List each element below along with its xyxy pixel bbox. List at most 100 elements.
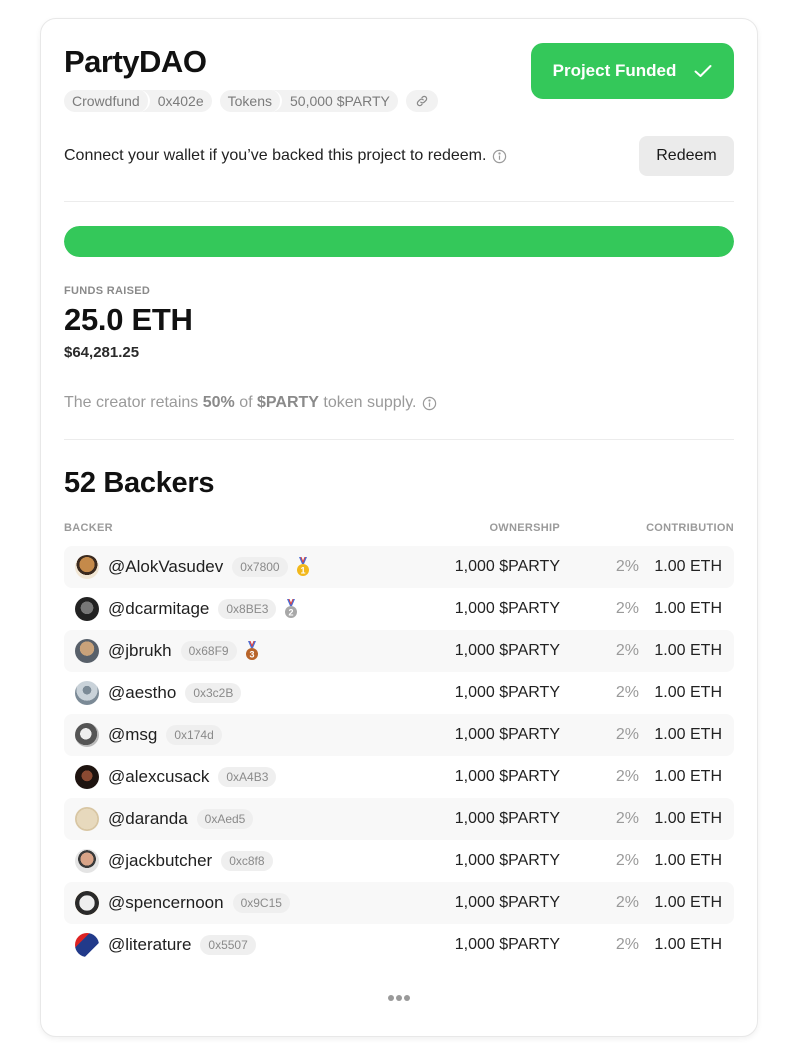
backers-table: @AlokVasudev 0x7800 1 1,000 $PARTY 2% 1.00 ET… xyxy=(64,546,734,966)
column-header-contribution[interactable]: CONTRIBUTION xyxy=(646,522,734,534)
ownership-value: 1,000 $PARTY xyxy=(454,600,560,617)
avatar xyxy=(75,723,99,747)
backer-row[interactable]: @AlokVasudev 0x7800 1 1,000 $PARTY 2% 1.00 ET… xyxy=(64,546,734,588)
checkmark-icon xyxy=(694,65,712,77)
ownership-value: 1,000 $PARTY xyxy=(454,852,560,869)
medal-2-icon: 2 xyxy=(284,598,298,619)
contribution-value: 1.00 ETH xyxy=(654,600,722,617)
chip-value: 50,000 $PARTY xyxy=(290,93,390,109)
funds-raised-eth: 25.0 ETH xyxy=(64,302,193,337)
backer-row[interactable]: @msg 0x174d 1,000 $PARTY 2% 1.00 ETH xyxy=(64,714,734,756)
redeem-button[interactable]: Redeem xyxy=(639,136,734,176)
backers-title: 52 Backers xyxy=(64,467,215,499)
contribution-value: 1.00 ETH xyxy=(654,726,722,743)
avatar xyxy=(75,555,99,579)
medal-3-icon: 3 xyxy=(245,640,259,661)
info-icon[interactable] xyxy=(422,396,437,411)
backer-handle[interactable]: @msg xyxy=(108,725,157,745)
backer-address-badge[interactable]: 0x5507 xyxy=(200,935,256,955)
creator-retains-note: The creator retains 50% of $PARTY token … xyxy=(64,394,437,412)
project-funded-label: Project Funded xyxy=(552,61,677,80)
ownership-value: 1,000 $PARTY xyxy=(454,810,560,827)
backer-address-badge[interactable]: 0x8BE3 xyxy=(218,599,277,619)
column-header-ownership[interactable]: OWNERSHIP xyxy=(489,522,560,534)
chip-label: Crowdfund xyxy=(64,90,150,112)
redeem-text: Connect your wallet if you’ve backed thi… xyxy=(64,147,487,164)
info-icon[interactable] xyxy=(492,149,507,164)
backer-handle[interactable]: @daranda xyxy=(108,809,188,829)
funding-progress-bar xyxy=(64,226,734,257)
ownership-percent: 2% xyxy=(615,936,639,953)
ownership-value: 1,000 $PARTY xyxy=(454,936,560,953)
avatar xyxy=(75,639,99,663)
backer-row[interactable]: @alexcusack 0xA4B3 1,000 $PARTY 2% 1.00 ETH xyxy=(64,756,734,798)
column-header-backer[interactable]: BACKER xyxy=(64,522,113,534)
load-more-button[interactable] xyxy=(41,995,757,1001)
backer-address-badge[interactable]: 0xAed5 xyxy=(196,809,254,829)
svg-text:2: 2 xyxy=(289,608,294,618)
tokens-chip[interactable]: Tokens 50,000 $PARTY xyxy=(219,90,398,112)
retains-text: The creator retains 50% of $PARTY token … xyxy=(64,394,417,411)
backer-handle[interactable]: @aestho xyxy=(108,683,176,703)
ownership-percent: 2% xyxy=(615,768,639,785)
contribution-value: 1.00 ETH xyxy=(654,642,722,659)
backer-handle[interactable]: @dcarmitage xyxy=(108,599,209,619)
ownership-value: 1,000 $PARTY xyxy=(454,894,560,911)
funds-raised-label: FUNDS RAISED xyxy=(64,285,151,297)
funds-raised-usd: $64,281.25 xyxy=(64,344,140,361)
backer-address-badge[interactable]: 0x3c2B xyxy=(185,683,242,703)
contribution-value: 1.00 ETH xyxy=(654,936,722,953)
ownership-value: 1,000 $PARTY xyxy=(454,768,560,785)
redeem-row: Connect your wallet if you’ve backed thi… xyxy=(64,136,734,176)
backer-handle[interactable]: @jackbutcher xyxy=(108,851,212,871)
ownership-percent: 2% xyxy=(615,558,639,575)
ownership-percent: 2% xyxy=(615,684,639,701)
avatar xyxy=(75,807,99,831)
ownership-value: 1,000 $PARTY xyxy=(454,684,560,701)
backer-address-badge[interactable]: 0x7800 xyxy=(232,557,288,577)
backer-address-badge[interactable]: 0x174d xyxy=(166,725,222,745)
ownership-value: 1,000 $PARTY xyxy=(454,726,560,743)
ellipsis-icon xyxy=(388,995,394,1001)
avatar xyxy=(75,597,99,621)
backer-row[interactable]: @dcarmitage 0x8BE3 2 1,000 $PARTY 2% 1.00 ETH xyxy=(64,588,734,630)
backer-row[interactable]: @jbrukh 0x68F9 3 1,000 $PARTY 2% 1.00 ETH xyxy=(64,630,734,672)
contribution-value: 1.00 ETH xyxy=(654,684,722,701)
backer-row[interactable]: @daranda 0xAed5 1,000 $PARTY 2% 1.00 ETH xyxy=(64,798,734,840)
contribution-value: 1.00 ETH xyxy=(654,810,722,827)
avatar xyxy=(75,891,99,915)
avatar xyxy=(75,681,99,705)
ownership-percent: 2% xyxy=(615,852,639,869)
backer-address-badge[interactable]: 0x9C15 xyxy=(232,893,290,913)
project-card: PartyDAO Crowdfund 0x402e Tokens 50,000 … xyxy=(40,18,758,1037)
ownership-percent: 2% xyxy=(615,894,639,911)
backer-handle[interactable]: @literature xyxy=(108,935,191,955)
crowdfund-chip[interactable]: Crowdfund 0x402e xyxy=(64,90,212,112)
backer-handle[interactable]: @spencernoon xyxy=(108,893,224,913)
ownership-percent: 2% xyxy=(615,726,639,743)
funding-progress-fill xyxy=(64,226,734,257)
backer-row[interactable]: @aestho 0x3c2B 1,000 $PARTY 2% 1.00 ETH xyxy=(64,672,734,714)
avatar xyxy=(75,849,99,873)
backer-handle[interactable]: @AlokVasudev xyxy=(108,557,223,577)
project-header: PartyDAO Crowdfund 0x402e Tokens 50,000 … xyxy=(64,43,734,123)
backer-handle[interactable]: @jbrukh xyxy=(108,641,172,661)
link-icon xyxy=(416,95,428,107)
backer-handle[interactable]: @alexcusack xyxy=(108,767,209,787)
backer-row[interactable]: @literature 0x5507 1,000 $PARTY 2% 1.00 ETH xyxy=(64,924,734,966)
project-funded-button[interactable]: Project Funded xyxy=(531,43,734,99)
avatar xyxy=(75,933,99,957)
ellipsis-icon xyxy=(396,995,402,1001)
svg-text:1: 1 xyxy=(300,566,305,576)
copy-link-button[interactable] xyxy=(405,90,438,112)
ownership-percent: 2% xyxy=(615,642,639,659)
backer-row[interactable]: @spencernoon 0x9C15 1,000 $PARTY 2% 1.00 ETH xyxy=(64,882,734,924)
backer-address-badge[interactable]: 0xA4B3 xyxy=(218,767,277,787)
ownership-percent: 2% xyxy=(615,600,639,617)
ownership-value: 1,000 $PARTY xyxy=(454,642,560,659)
backer-row[interactable]: @jackbutcher 0xc8f8 1,000 $PARTY 2% 1.00 ETH xyxy=(64,840,734,882)
backer-address-badge[interactable]: 0x68F9 xyxy=(180,641,237,661)
backer-address-badge[interactable]: 0xc8f8 xyxy=(221,851,273,871)
redeem-message: Connect your wallet if you’ve backed thi… xyxy=(64,147,507,165)
chip-label: Tokens xyxy=(220,90,282,112)
